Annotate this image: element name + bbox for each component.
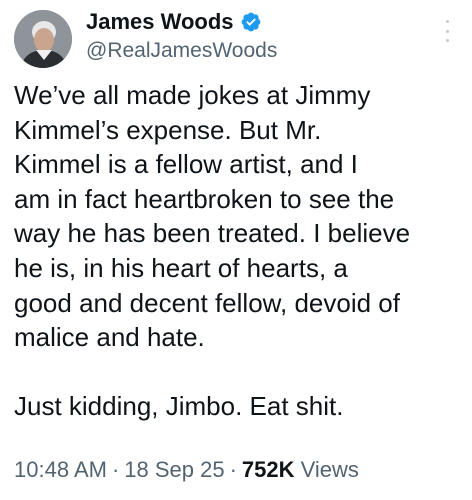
tweet-meta: 10:48 AM · 18 Sep 25 · 752K Views	[14, 455, 359, 485]
verified-badge-icon[interactable]	[240, 11, 262, 33]
more-options-icon[interactable]	[444, 20, 450, 42]
more-dot	[445, 29, 449, 33]
meta-separator: ·	[111, 457, 120, 482]
tweet-card: James Woods @RealJamesWoods We’ve all ma…	[0, 0, 472, 500]
tweet-date[interactable]: 18 Sep 25	[124, 457, 224, 482]
avatar-photo	[14, 10, 72, 68]
author-handle[interactable]: @RealJamesWoods	[86, 38, 277, 64]
more-dot	[445, 20, 449, 23]
tweet-time[interactable]: 10:48 AM	[14, 457, 107, 482]
author-name-row: James Woods	[86, 9, 262, 35]
more-dot	[445, 39, 449, 42]
tweet-text: We’ve all made jokes at Jimmy Kimmel’s e…	[14, 80, 411, 422]
meta-separator: ·	[229, 457, 237, 482]
author-display-name[interactable]: James Woods	[86, 9, 234, 35]
views-count[interactable]: 752K	[242, 457, 295, 482]
views-label[interactable]: Views	[301, 457, 359, 482]
avatar[interactable]	[14, 10, 72, 68]
